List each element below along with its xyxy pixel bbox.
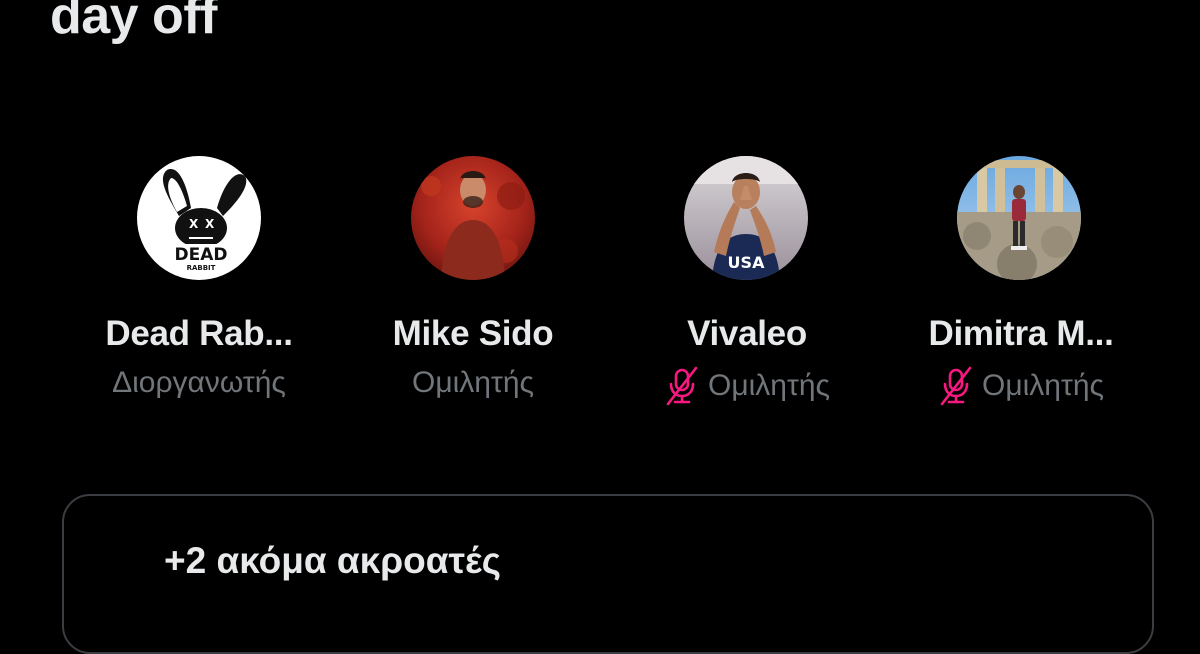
svg-text:RABBIT: RABBIT bbox=[187, 264, 216, 272]
svg-text:X: X bbox=[205, 217, 215, 231]
participants-list: X X DEAD RABBIT Dead Rab... Διοργανωτής bbox=[62, 156, 1158, 416]
avatar[interactable]: X X DEAD RABBIT bbox=[137, 156, 261, 280]
participant-mike-sido[interactable]: Mike Sido Ομιλητής bbox=[336, 156, 610, 416]
participant-name: Dimitra M... bbox=[928, 314, 1114, 353]
participant-role-row: Διοργανωτής bbox=[62, 366, 336, 400]
participant-dead-rabbit[interactable]: X X DEAD RABBIT Dead Rab... Διοργανωτής bbox=[62, 156, 336, 416]
avatar[interactable] bbox=[957, 156, 1081, 280]
participant-role: Ομιλητής bbox=[412, 366, 534, 399]
svg-text:USA: USA bbox=[728, 253, 766, 272]
space-title: day off bbox=[50, 0, 217, 45]
participant-role-row: Ομιλητής bbox=[884, 366, 1158, 406]
participant-role-row: Ομιλητής bbox=[336, 366, 610, 400]
participant-name: Dead Rab... bbox=[105, 314, 293, 353]
avatar[interactable] bbox=[411, 156, 535, 280]
participant-role: Διοργανωτής bbox=[112, 366, 286, 399]
more-listeners-button[interactable]: +2 ακόμα ακροατές bbox=[62, 494, 1154, 654]
svg-text:DEAD: DEAD bbox=[175, 245, 228, 265]
participant-role: Ομιλητής bbox=[982, 369, 1104, 402]
mic-muted-icon bbox=[664, 366, 700, 406]
svg-text:X: X bbox=[189, 217, 199, 231]
participant-name: Vivaleo bbox=[687, 314, 807, 353]
avatar[interactable]: USA bbox=[684, 156, 808, 280]
participant-dimitra[interactable]: Dimitra M... Ομιλητής bbox=[884, 156, 1158, 416]
more-listeners-label: +2 ακόμα ακροατές bbox=[164, 540, 501, 581]
participant-role-row: Ομιλητής bbox=[610, 366, 884, 406]
mic-muted-icon bbox=[938, 366, 974, 406]
participant-role: Ομιλητής bbox=[708, 369, 830, 402]
participant-vivaleo[interactable]: USA Vivaleo Ομιλητής bbox=[610, 156, 884, 416]
participant-name: Mike Sido bbox=[392, 314, 554, 353]
